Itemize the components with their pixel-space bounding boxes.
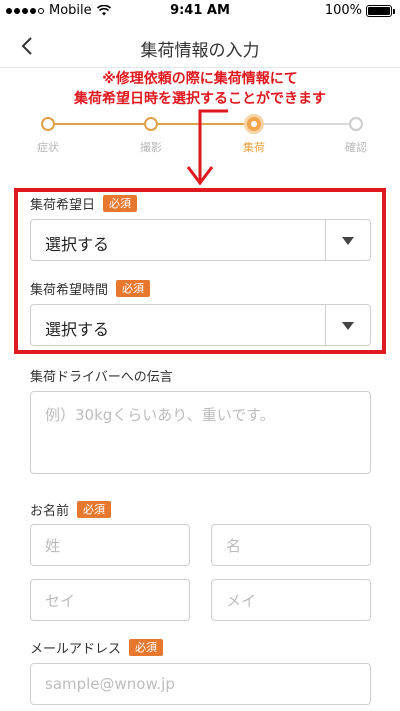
pickup-date-label-text: 集荷希望日 — [30, 198, 96, 213]
last-name-placeholder: 姓 — [45, 536, 61, 555]
dropdown-arrow-icon — [342, 322, 354, 330]
step-node-symptom — [41, 117, 55, 131]
annotation-line-1: ※修理依頼の際に集荷情報にて — [102, 71, 298, 87]
pickup-time-value: 選択する — [45, 320, 110, 339]
required-badge: 必須 — [77, 501, 112, 518]
step-label-symptom: 症状 — [37, 141, 59, 154]
first-name-kana-placeholder: メイ — [226, 591, 257, 610]
driver-message-textarea[interactable]: 例）30kgくらいあり、重いです。 — [30, 391, 371, 474]
pickup-time-label-text: 集荷希望時間 — [30, 283, 109, 298]
required-badge: 必須 — [129, 639, 164, 656]
step-node-confirm — [349, 117, 363, 131]
driver-message-label-text: 集荷ドライバーへの伝言 — [30, 370, 173, 385]
step-node-pickup — [244, 114, 264, 134]
pickup-date-value: 選択する — [45, 235, 110, 254]
battery-percent: 100% — [324, 3, 362, 18]
email-label: メールアドレス 必須 — [30, 638, 164, 657]
driver-message-label: 集荷ドライバーへの伝言 — [30, 366, 173, 385]
name-label: お名前 必須 — [30, 500, 112, 519]
last-name-kana-input[interactable]: セイ — [30, 579, 190, 621]
first-name-input[interactable]: 名 — [211, 524, 371, 566]
first-name-placeholder: 名 — [226, 536, 242, 555]
status-right: 100% — [324, 3, 395, 18]
first-name-kana-input[interactable]: メイ — [211, 579, 371, 621]
navigation-bar: 集荷情報の入力 — [0, 24, 400, 68]
email-label-text: メールアドレス — [30, 642, 122, 657]
select-divider — [325, 305, 326, 345]
last-name-input[interactable]: 姓 — [30, 524, 190, 566]
battery-icon — [366, 4, 395, 17]
pickup-time-label: 集荷希望時間 必須 — [30, 279, 151, 298]
step-label-confirm: 確認 — [345, 141, 367, 154]
name-label-text: お名前 — [30, 504, 70, 519]
select-divider — [325, 220, 326, 260]
pickup-date-select[interactable]: 選択する — [30, 219, 371, 261]
status-bar: Mobile 9:41 AM 100% — [0, 0, 400, 22]
required-badge: 必須 — [103, 195, 138, 212]
stepper-line-todo — [254, 123, 356, 125]
email-placeholder: sample@wnow.jp — [45, 675, 175, 693]
annotation-arrow-icon — [186, 109, 228, 186]
pickup-time-select[interactable]: 選択する — [30, 304, 371, 346]
required-badge: 必須 — [116, 280, 151, 297]
pickup-date-label: 集荷希望日 必須 — [30, 194, 138, 213]
email-input[interactable]: sample@wnow.jp — [30, 663, 371, 705]
last-name-kana-placeholder: セイ — [45, 591, 76, 610]
step-label-pickup: 集荷 — [243, 141, 265, 154]
driver-message-placeholder: 例）30kgくらいあり、重いです。 — [45, 406, 275, 424]
page-title: 集荷情報の入力 — [140, 41, 260, 61]
step-node-photo — [144, 117, 158, 131]
dropdown-arrow-icon — [342, 237, 354, 245]
